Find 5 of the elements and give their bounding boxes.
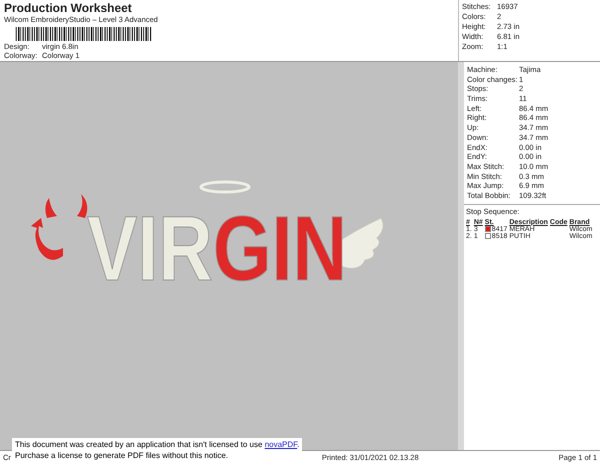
notice-text: This document was created by an application that isn't licensed to use bbox=[15, 440, 262, 449]
worksheet-title: Production Worksheet bbox=[4, 2, 133, 15]
notice-text: Purchase a license to generate PDF files without this notice. bbox=[15, 450, 229, 461]
notice-link[interactable]: novaPDF bbox=[264, 440, 298, 449]
notice-text: . bbox=[297, 440, 300, 449]
